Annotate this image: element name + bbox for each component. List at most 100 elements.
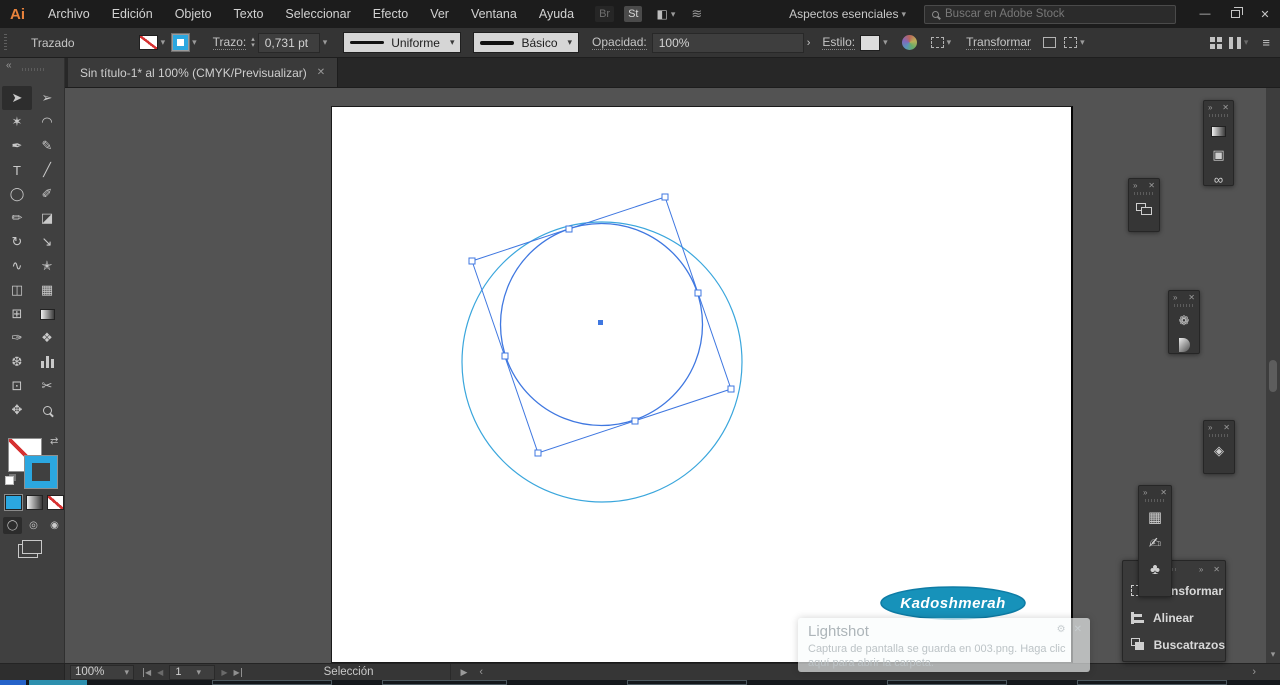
dock-grip[interactable] <box>1145 499 1165 502</box>
pencil-tool[interactable]: ✏ <box>2 206 32 230</box>
document-tab-close-icon[interactable]: ✕ <box>317 67 325 78</box>
none-button[interactable] <box>47 495 64 510</box>
vertical-scrollbar[interactable]: ▾ <box>1266 88 1280 663</box>
color-guide-panel-icon[interactable] <box>1169 333 1199 357</box>
canvas[interactable]: Kadoshmerah <box>65 88 1266 663</box>
curvature-tool[interactable]: ✎ <box>32 134 62 158</box>
menu-texto[interactable]: Texto <box>223 7 275 21</box>
type-tool[interactable]: T <box>2 158 32 182</box>
hand-tool[interactable]: ✥ <box>2 398 32 422</box>
style-chevron-icon[interactable]: ▾ <box>883 37 888 48</box>
menu-list-icon[interactable]: ≡ <box>1262 35 1270 50</box>
stroke-width-chevron-icon[interactable]: ▾ <box>323 37 328 48</box>
gradient-tool[interactable] <box>32 302 62 326</box>
document-layout-chevron-icon[interactable]: ▾ <box>1244 37 1249 48</box>
artboard[interactable]: Kadoshmerah <box>331 106 1073 663</box>
adobe-stock-search[interactable] <box>924 5 1176 24</box>
eraser-tool[interactable]: ◪ <box>32 206 62 230</box>
artboard-tool[interactable]: ⊡ <box>2 374 32 398</box>
3d-symbols-panel-icon[interactable]: ▣ <box>1204 143 1233 167</box>
dock-expand-icon[interactable]: » <box>1143 488 1147 497</box>
symbol-sprayer-tool[interactable]: ❆ <box>2 350 32 374</box>
dock-close-icon[interactable]: ✕ <box>1148 181 1155 190</box>
workspace-switcher[interactable]: Aspectos esenciales ▾ <box>789 7 906 21</box>
dock-grip[interactable] <box>1209 114 1229 117</box>
menu-efecto[interactable]: Efecto <box>362 7 419 21</box>
document-tab[interactable]: Sin título-1* al 100% (CMYK/Previsualiza… <box>68 58 338 87</box>
minimize-button[interactable]: — <box>1190 3 1220 25</box>
stroke-width-label[interactable]: Trazo: <box>213 35 247 50</box>
fill-chevron-icon[interactable]: ▾ <box>161 37 166 48</box>
arrange-documents-icon[interactable]: ◧ <box>656 7 667 21</box>
width-tool[interactable]: ∿ <box>2 254 32 278</box>
menu-ver[interactable]: Ver <box>419 7 460 21</box>
notification-settings-icon[interactable]: ⚙ <box>1057 624 1066 635</box>
restore-button[interactable] <box>1220 3 1250 25</box>
symbols-panel-icon[interactable]: ♣ <box>1139 556 1171 582</box>
flyout-item-alinear[interactable]: Alinear <box>1123 604 1225 631</box>
search-input[interactable] <box>945 8 1145 20</box>
flyout-item-buscatrazos[interactable]: Buscatrazos <box>1123 631 1225 658</box>
select-similar-chevron-icon[interactable]: ▾ <box>947 37 952 48</box>
brush-dropdown[interactable]: Básico ▾ <box>473 32 579 53</box>
arrange-grid-icon[interactable] <box>1210 37 1215 42</box>
color-panel-icon[interactable]: ❁ <box>1169 309 1199 333</box>
scroll-down-icon[interactable]: ▾ <box>1266 649 1280 660</box>
flyout-expand-icon[interactable]: » <box>1199 565 1203 574</box>
menu-edicion[interactable]: Edición <box>101 7 164 21</box>
blend-tool[interactable]: ❖ <box>32 326 62 350</box>
previous-artboard-icon[interactable]: ◀ <box>157 668 163 677</box>
dock-expand-icon[interactable]: » <box>1208 103 1212 112</box>
dock-expand-icon[interactable]: » <box>1133 181 1137 190</box>
opacity-label[interactable]: Opacidad: <box>592 35 647 50</box>
dock-close-icon[interactable]: ✕ <box>1160 488 1167 497</box>
recolor-artwork-icon[interactable] <box>902 35 917 50</box>
swap-fill-stroke-icon[interactable]: ⇄ <box>50 436 58 447</box>
stroke-swatch[interactable] <box>172 34 189 51</box>
isolate-selection-icon[interactable] <box>1043 37 1056 48</box>
lasso-tool[interactable]: ◠ <box>32 110 62 134</box>
dock-close-icon[interactable]: ✕ <box>1188 293 1195 302</box>
ellipse-tool[interactable]: ◯ <box>2 182 32 206</box>
draw-inside-icon[interactable]: ◉ <box>45 517 64 534</box>
dock-grip[interactable] <box>1174 304 1194 307</box>
flyout-close-icon[interactable]: ✕ <box>1213 565 1220 574</box>
stroke-width-value[interactable]: 0,731 pt <box>258 33 320 53</box>
scrollbar-thumb[interactable] <box>1269 360 1277 392</box>
stepper-down-icon[interactable]: ▾ <box>251 43 255 49</box>
screen-mode-icon[interactable] <box>22 540 42 554</box>
eyedropper-tool[interactable]: ✑ <box>2 326 32 350</box>
menu-objeto[interactable]: Objeto <box>164 7 223 21</box>
select-similar-icon[interactable] <box>931 37 944 48</box>
puppet-warp-tool[interactable]: ✭ <box>32 254 62 278</box>
zoom-tool[interactable] <box>32 398 62 422</box>
artboard-number-dropdown[interactable]: 1 ▾ <box>169 665 215 680</box>
default-fill-stroke-icon[interactable] <box>5 476 14 485</box>
close-button[interactable]: ✕ <box>1250 3 1280 25</box>
align-options-icon[interactable] <box>1064 37 1077 48</box>
column-graph-tool[interactable] <box>32 350 62 374</box>
stroke-chevron-icon[interactable]: ▾ <box>192 37 197 48</box>
first-artboard-icon[interactable]: ◀ <box>143 668 151 677</box>
paintbrush-tool[interactable]: ✐ <box>32 182 62 206</box>
draw-behind-icon[interactable]: ◎ <box>24 517 43 534</box>
scale-tool[interactable]: ↘ <box>32 230 62 254</box>
dock-expand-icon[interactable]: » <box>1173 293 1177 302</box>
menu-ayuda[interactable]: Ayuda <box>528 7 585 21</box>
shape-builder-tool[interactable]: ◫ <box>2 278 32 302</box>
stroke-width-stepper[interactable]: ▴▾ <box>251 37 255 49</box>
draw-normal-icon[interactable]: ◯ <box>3 517 22 534</box>
gradient-panel-icon[interactable] <box>1204 119 1233 143</box>
dock-close-icon[interactable]: ✕ <box>1223 423 1230 432</box>
swatches-panel-icon[interactable]: ▦ <box>1139 504 1171 530</box>
document-layout-icon[interactable] <box>1229 37 1241 49</box>
dock-grip[interactable] <box>1209 434 1229 437</box>
color-button[interactable] <box>5 495 22 510</box>
rotate-tool[interactable]: ↻ <box>2 230 32 254</box>
notification-message[interactable]: Captura de pantalla se guarda en 003.png… <box>808 642 1080 671</box>
menu-seleccionar[interactable]: Seleccionar <box>274 7 361 21</box>
last-artboard-icon[interactable]: ▶ <box>233 668 241 677</box>
stock-button[interactable]: St <box>624 6 642 22</box>
pen-tool[interactable]: ✒ <box>2 134 32 158</box>
zoom-level-dropdown[interactable]: 100% ▾ <box>70 665 134 680</box>
